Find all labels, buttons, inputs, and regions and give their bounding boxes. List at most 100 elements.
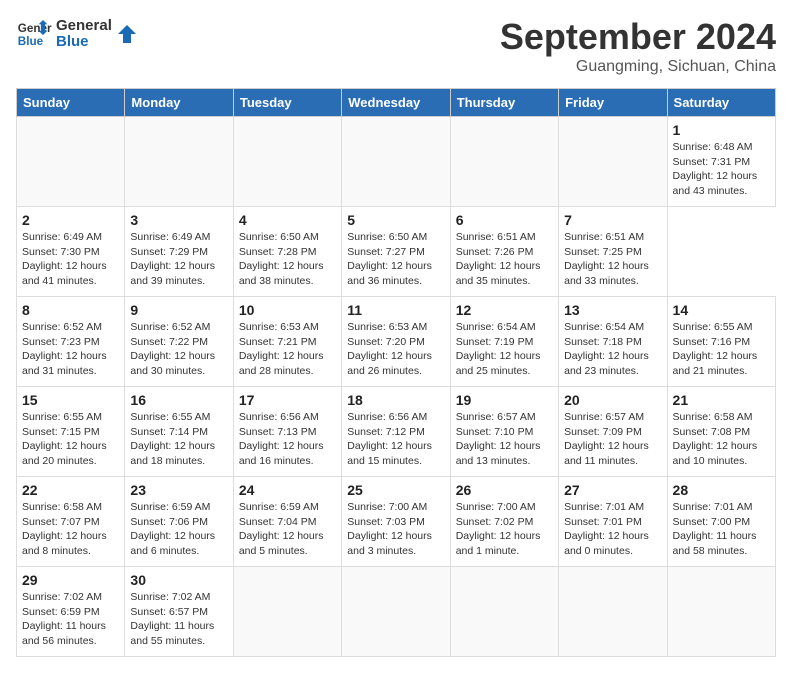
empty-cell	[342, 117, 450, 207]
day-info: Sunrise: 6:56 AMSunset: 7:13 PMDaylight:…	[239, 410, 336, 469]
empty-cell	[125, 117, 233, 207]
day-info: Sunrise: 6:50 AMSunset: 7:28 PMDaylight:…	[239, 230, 336, 289]
day-info: Sunrise: 6:51 AMSunset: 7:25 PMDaylight:…	[564, 230, 661, 289]
day-number: 24	[239, 482, 336, 498]
col-header-sunday: Sunday	[17, 89, 125, 117]
calendar-table: SundayMondayTuesdayWednesdayThursdayFrid…	[16, 88, 776, 657]
day-cell-25: 25 Sunrise: 7:00 AMSunset: 7:03 PMDayligh…	[342, 477, 450, 567]
location: Guangming, Sichuan, China	[500, 58, 776, 76]
logo: General Blue General Blue	[16, 16, 138, 52]
day-number: 22	[22, 482, 119, 498]
day-cell-3: 3Sunrise: 6:49 AMSunset: 7:29 PMDaylight…	[125, 207, 233, 297]
day-number: 13	[564, 302, 661, 318]
day-info: Sunrise: 6:52 AMSunset: 7:22 PMDaylight:…	[130, 320, 227, 379]
day-info: Sunrise: 7:02 AMSunset: 6:59 PMDaylight:…	[22, 590, 119, 649]
day-cell-24: 24 Sunrise: 6:59 AMSunset: 7:04 PMDayligh…	[233, 477, 341, 567]
day-info: Sunrise: 6:55 AMSunset: 7:15 PMDaylight:…	[22, 410, 119, 469]
day-number: 29	[22, 572, 119, 588]
day-info: Sunrise: 7:00 AMSunset: 7:02 PMDaylight:…	[456, 500, 553, 559]
day-info: Sunrise: 6:59 AMSunset: 7:04 PMDaylight:…	[239, 500, 336, 559]
logo-arrow-icon	[116, 23, 138, 45]
day-number: 11	[347, 302, 444, 318]
day-number: 15	[22, 392, 119, 408]
day-cell-11: 11 Sunrise: 6:53 AMSunset: 7:20 PMDayligh…	[342, 297, 450, 387]
day-info: Sunrise: 7:02 AMSunset: 6:57 PMDaylight:…	[130, 590, 227, 649]
day-info: Sunrise: 6:48 AMSunset: 7:31 PMDaylight:…	[673, 140, 770, 199]
day-info: Sunrise: 7:01 AMSunset: 7:01 PMDaylight:…	[564, 500, 661, 559]
empty-cell	[450, 117, 558, 207]
day-info: Sunrise: 6:58 AMSunset: 7:07 PMDaylight:…	[22, 500, 119, 559]
day-info: Sunrise: 6:50 AMSunset: 7:27 PMDaylight:…	[347, 230, 444, 289]
week-row-2: 2 Sunrise: 6:49 AMSunset: 7:30 PMDaylight…	[17, 207, 776, 297]
day-number: 3	[130, 212, 227, 228]
day-info: Sunrise: 6:54 AMSunset: 7:19 PMDaylight:…	[456, 320, 553, 379]
day-info: Sunrise: 6:58 AMSunset: 7:08 PMDaylight:…	[673, 410, 770, 469]
day-number: 12	[456, 302, 553, 318]
month-title: September 2024	[500, 16, 776, 58]
day-info: Sunrise: 6:56 AMSunset: 7:12 PMDaylight:…	[347, 410, 444, 469]
day-cell-12: 12 Sunrise: 6:54 AMSunset: 7:19 PMDayligh…	[450, 297, 558, 387]
day-number: 23	[130, 482, 227, 498]
day-number: 9	[130, 302, 227, 318]
empty-cell	[233, 117, 341, 207]
day-number: 17	[239, 392, 336, 408]
empty-cell	[17, 117, 125, 207]
day-cell-13: 13 Sunrise: 6:54 AMSunset: 7:18 PMDayligh…	[559, 297, 667, 387]
svg-text:Blue: Blue	[18, 35, 44, 48]
day-number: 16	[130, 392, 227, 408]
day-info: Sunrise: 6:51 AMSunset: 7:26 PMDaylight:…	[456, 230, 553, 289]
day-info: Sunrise: 7:00 AMSunset: 7:03 PMDaylight:…	[347, 500, 444, 559]
day-cell-21: 21 Sunrise: 6:58 AMSunset: 7:08 PMDayligh…	[667, 387, 775, 477]
empty-cell	[559, 117, 667, 207]
logo-icon: General Blue	[16, 16, 52, 52]
day-cell-16: 16Sunrise: 6:55 AMSunset: 7:14 PMDayligh…	[125, 387, 233, 477]
calendar-header-row: SundayMondayTuesdayWednesdayThursdayFrid…	[17, 89, 776, 117]
day-number: 20	[564, 392, 661, 408]
week-row-4: 15 Sunrise: 6:55 AMSunset: 7:15 PMDayligh…	[17, 387, 776, 477]
day-cell-26: 26Sunrise: 7:00 AMSunset: 7:02 PMDayligh…	[450, 477, 558, 567]
day-number: 25	[347, 482, 444, 498]
day-info: Sunrise: 6:53 AMSunset: 7:21 PMDaylight:…	[239, 320, 336, 379]
day-info: Sunrise: 7:01 AMSunset: 7:00 PMDaylight:…	[673, 500, 770, 559]
day-cell-18: 18Sunrise: 6:56 AMSunset: 7:12 PMDayligh…	[342, 387, 450, 477]
day-cell-9: 9 Sunrise: 6:52 AMSunset: 7:22 PMDaylight…	[125, 297, 233, 387]
day-info: Sunrise: 6:59 AMSunset: 7:06 PMDaylight:…	[130, 500, 227, 559]
day-info: Sunrise: 6:54 AMSunset: 7:18 PMDaylight:…	[564, 320, 661, 379]
title-area: September 2024 Guangming, Sichuan, China	[500, 16, 776, 76]
day-info: Sunrise: 6:52 AMSunset: 7:23 PMDaylight:…	[22, 320, 119, 379]
day-info: Sunrise: 6:55 AMSunset: 7:16 PMDaylight:…	[673, 320, 770, 379]
day-number: 7	[564, 212, 661, 228]
col-header-wednesday: Wednesday	[342, 89, 450, 117]
col-header-monday: Monday	[125, 89, 233, 117]
day-info: Sunrise: 6:49 AMSunset: 7:30 PMDaylight:…	[22, 230, 119, 289]
day-cell-19: 19 Sunrise: 6:57 AMSunset: 7:10 PMDayligh…	[450, 387, 558, 477]
day-cell-5: 5 Sunrise: 6:50 AMSunset: 7:27 PMDaylight…	[342, 207, 450, 297]
col-header-saturday: Saturday	[667, 89, 775, 117]
day-cell-6: 6 Sunrise: 6:51 AMSunset: 7:26 PMDaylight…	[450, 207, 558, 297]
day-info: Sunrise: 6:53 AMSunset: 7:20 PMDaylight:…	[347, 320, 444, 379]
day-number: 21	[673, 392, 770, 408]
day-cell-14: 14 Sunrise: 6:55 AMSunset: 7:16 PMDayligh…	[667, 297, 775, 387]
day-cell-8: 8 Sunrise: 6:52 AMSunset: 7:23 PMDaylight…	[17, 297, 125, 387]
day-info: Sunrise: 6:57 AMSunset: 7:10 PMDaylight:…	[456, 410, 553, 469]
day-number: 27	[564, 482, 661, 498]
page-header: General Blue General Blue September 2024…	[16, 16, 776, 76]
day-number: 10	[239, 302, 336, 318]
day-number: 6	[456, 212, 553, 228]
logo-blue: Blue	[56, 34, 112, 51]
day-number: 19	[456, 392, 553, 408]
day-number: 8	[22, 302, 119, 318]
day-cell-1: 1 Sunrise: 6:48 AMSunset: 7:31 PMDaylight…	[667, 117, 775, 207]
col-header-tuesday: Tuesday	[233, 89, 341, 117]
day-cell-27: 27 Sunrise: 7:01 AMSunset: 7:01 PMDayligh…	[559, 477, 667, 567]
day-number: 2	[22, 212, 119, 228]
day-number: 14	[673, 302, 770, 318]
col-header-thursday: Thursday	[450, 89, 558, 117]
day-info: Sunrise: 6:57 AMSunset: 7:09 PMDaylight:…	[564, 410, 661, 469]
day-number: 5	[347, 212, 444, 228]
day-number: 28	[673, 482, 770, 498]
day-number: 1	[673, 122, 770, 138]
day-number: 4	[239, 212, 336, 228]
week-row-5: 22 Sunrise: 6:58 AMSunset: 7:07 PMDayligh…	[17, 477, 776, 567]
col-header-friday: Friday	[559, 89, 667, 117]
